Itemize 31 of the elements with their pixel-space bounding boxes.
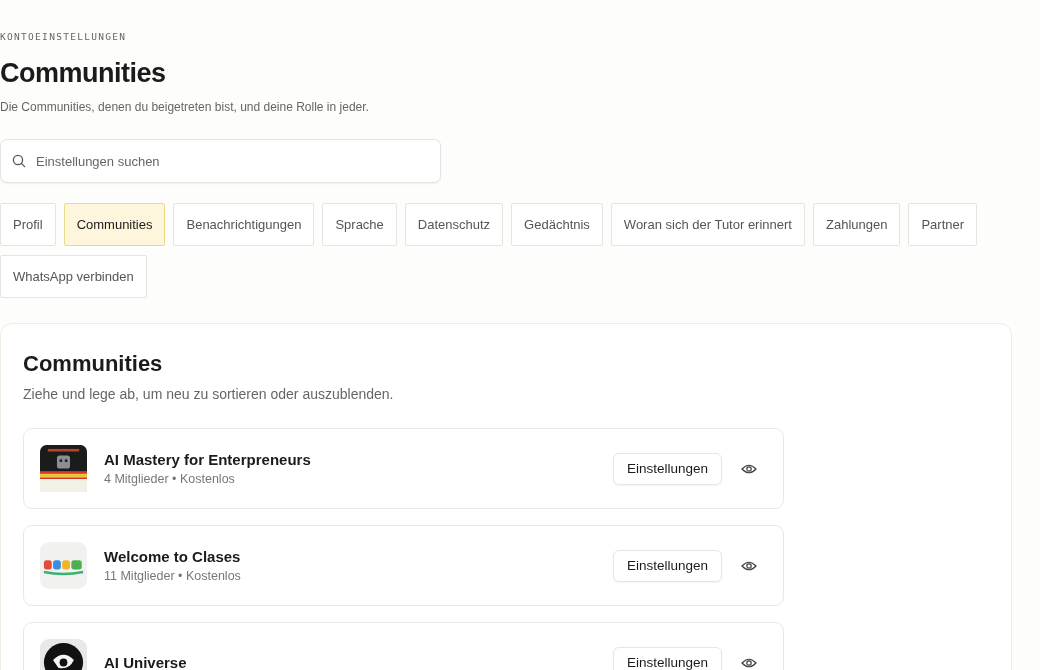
panel-title: Communities (23, 350, 164, 378)
settings-tab[interactable]: Gedächtnis (511, 203, 603, 246)
settings-tab[interactable]: Datenschutz (404, 203, 504, 246)
settings-tab[interactable]: Communities (63, 203, 166, 246)
settings-tab[interactable]: Partner (908, 203, 978, 246)
page-subtitle: Die Communities, denen du beigetreten bist, und deine Rolle in jeder. (0, 100, 370, 114)
eye-icon[interactable] (741, 462, 757, 475)
settings-tab[interactable]: Woran sich der Tutor erinnert (610, 203, 805, 246)
community-name: AI Universe (104, 654, 188, 670)
community-card[interactable]: AI Mastery for Enterpreneurs 4 Mitglieder • Kostenlos Einstellungen (23, 428, 784, 509)
settings-tab[interactable]: WhatsApp verbinden (0, 255, 147, 298)
settings-button[interactable]: Einstellungen (612, 549, 722, 582)
settings-tab[interactable]: Sprache (322, 203, 397, 246)
community-name: AI Mastery for Enterpreneurs (104, 451, 312, 468)
search-field[interactable]: Einstellungen suchen (0, 139, 441, 183)
settings-tab[interactable]: Profil (0, 203, 56, 246)
page-title: Communities (0, 58, 167, 88)
community-name: Welcome to Clases (104, 548, 242, 565)
panel-hint: Ziehe und lege ab, um neu zu sortieren oder auszublenden. (23, 386, 395, 402)
community-card[interactable]: Welcome to Clases 11 Mitglieder • Kostenlos Einstellungen (23, 525, 784, 606)
settings-tab[interactable]: Zahlungen (813, 203, 901, 246)
search-icon (12, 154, 26, 168)
settings-button[interactable]: Einstellungen (612, 452, 722, 485)
settings-tab[interactable]: Benachrichtigungen (173, 203, 315, 246)
community-card[interactable]: AI Universe Einstellungen (23, 622, 784, 670)
community-meta: 4 Mitglieder • Kostenlos (104, 472, 236, 486)
community-meta: 11 Mitglieder • Kostenlos (104, 569, 242, 583)
eye-icon[interactable] (741, 559, 757, 572)
settings-button[interactable]: Einstellungen (612, 646, 722, 670)
page-kicker: KONTOEINSTELLUNGEN (0, 31, 128, 42)
eye-icon[interactable] (741, 656, 757, 669)
